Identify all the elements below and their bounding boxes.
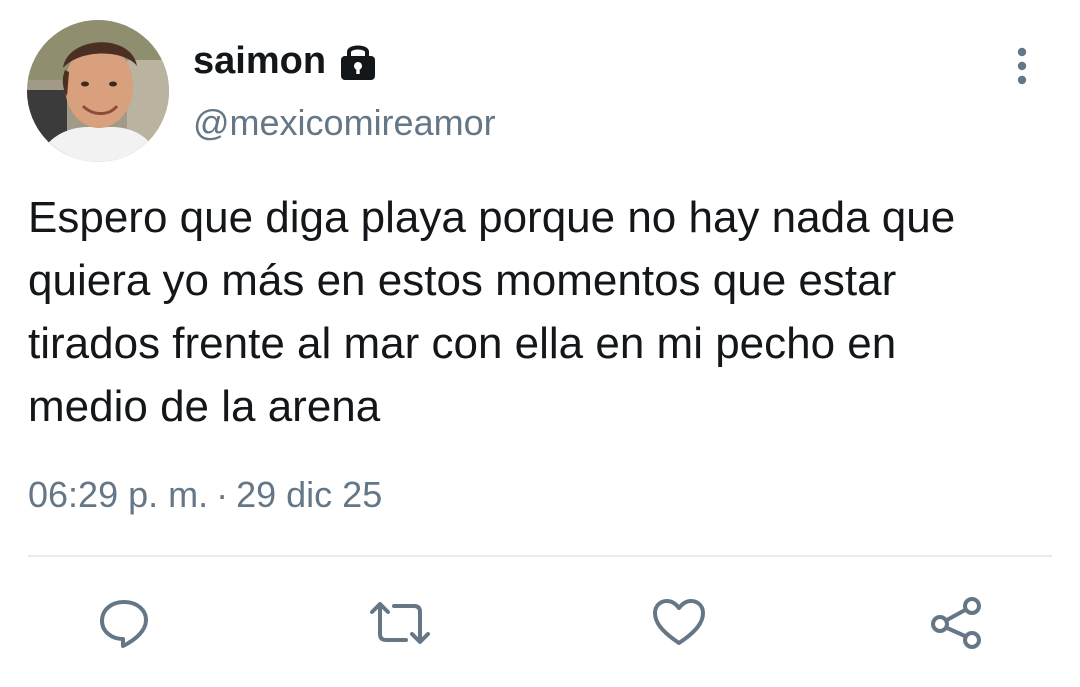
retweet-button[interactable] [368,590,432,656]
share-button[interactable] [924,590,988,656]
reply-button[interactable] [92,590,156,656]
action-bar [0,590,1080,656]
profile-photo-icon [27,20,169,162]
like-button[interactable] [647,590,711,656]
more-vertical-icon [1017,47,1027,85]
meta-separator: · [216,474,229,515]
tweet-time: 06:29 p. m. [28,474,209,515]
retweet-icon [370,602,430,644]
tweet-card: saimon @mexicomireamor Espero que diga p… [0,0,1080,687]
more-options-button[interactable] [1002,44,1042,88]
tweet-text: Espero que diga playa porque no hay nada… [28,193,956,431]
display-name[interactable]: saimon [193,40,326,83]
reply-icon [100,600,148,648]
tweet-timestamp[interactable]: 06:29 p. m. · 29 dic 25 [28,474,382,516]
avatar[interactable] [27,20,169,162]
user-handle[interactable]: @mexicomireamor [193,102,496,144]
display-name-row: saimon [193,36,378,86]
tweet-date: 29 dic 25 [236,474,383,515]
share-icon [931,597,981,649]
heart-icon [653,599,705,645]
lock-icon [338,40,378,82]
divider [28,555,1052,557]
